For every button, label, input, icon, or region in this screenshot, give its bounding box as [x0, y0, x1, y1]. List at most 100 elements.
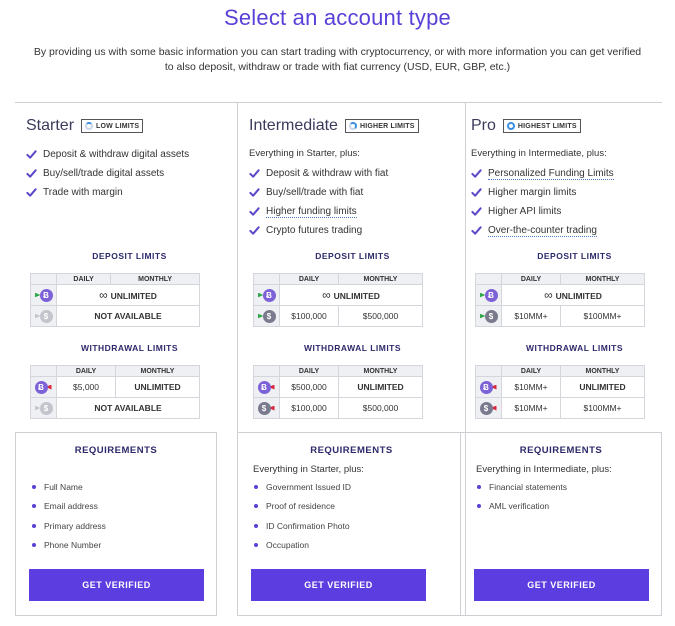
plan-card-body: Pro HIGHEST LIMITS Everything in Interme…: [460, 102, 662, 432]
check-icon: [26, 168, 37, 179]
table-row: Ƀ ∞ UNLIMITED: [30, 284, 200, 306]
limit-value: $10MM+: [501, 376, 561, 398]
bullet-icon: [254, 484, 258, 489]
list-item: AML verification: [477, 497, 567, 517]
feature-list: Personalized Funding Limits Higher margi…: [471, 164, 614, 240]
bullet-icon: [32, 504, 36, 509]
deposit-limits-heading: DEPOSIT LIMITS: [315, 251, 390, 261]
feature-item: Higher margin limits: [471, 183, 614, 202]
crypto-deposit-icon: Ƀ: [34, 288, 53, 302]
fiat-deposit-disabled-icon: $: [34, 309, 53, 323]
requirements-heading: REQUIREMENTS: [74, 445, 158, 456]
feature-item[interactable]: Trade with margin: [26, 183, 189, 202]
feature-item[interactable]: Crypto futures trading: [249, 221, 388, 240]
daily-header: DAILY: [501, 365, 561, 377]
fiat-deposit-icon: $: [257, 309, 276, 323]
feature-item[interactable]: Higher funding limits: [249, 202, 388, 221]
feature-label: Buy/sell/trade with fiat: [266, 187, 364, 198]
table-row: Ƀ ∞ UNLIMITED: [253, 284, 423, 306]
withdrawal-limits-heading: WITHDRAWAL LIMITS: [525, 343, 624, 353]
check-icon: [249, 225, 260, 236]
limit-value: $10MM+: [501, 305, 561, 327]
requirements-heading: REQUIREMENTS: [519, 445, 603, 456]
table-row: $ $10MM+ $100MM+: [475, 305, 645, 327]
table-row: $ NOT AVAILABLE: [30, 397, 200, 419]
feature-label: Higher margin limits: [488, 187, 577, 198]
limit-gauge-icon: [85, 122, 94, 130]
monthly-header: MONTHLY: [560, 365, 645, 377]
requirements-inherits-text: Everything in Intermediate, plus:: [476, 464, 612, 475]
plan-name: Intermediate: [249, 117, 338, 134]
limit-badge: LOW LIMITS: [81, 119, 144, 133]
check-icon: [471, 225, 482, 236]
bullet-icon: [32, 543, 36, 548]
table-row: Ƀ $500,000 UNLIMITED: [253, 376, 423, 398]
feature-item[interactable]: Over-the-counter trading: [471, 221, 614, 240]
table-row: Ƀ $10MM+ UNLIMITED: [475, 376, 645, 398]
get-verified-button[interactable]: GET VERIFIED: [29, 569, 204, 601]
fiat-withdraw-icon: $: [257, 401, 276, 415]
get-verified-button[interactable]: GET VERIFIED: [474, 569, 649, 601]
monthly-header: MONTHLY: [338, 365, 423, 377]
plan-card-body: Starter LOW LIMITS Deposit & withdraw di…: [15, 102, 244, 432]
feature-label: Higher funding limits: [266, 205, 357, 218]
limit-value: ∞ UNLIMITED: [279, 284, 423, 306]
bullet-icon: [254, 504, 258, 509]
limit-value: $500,000: [279, 376, 339, 398]
feature-item[interactable]: Higher API limits: [471, 202, 614, 221]
deposit-limits-heading: DEPOSIT LIMITS: [92, 251, 167, 261]
plan-header: Pro HIGHEST LIMITS: [471, 116, 581, 136]
page-title: Select an account type: [224, 5, 451, 30]
feature-item[interactable]: Deposit & withdraw with fiat: [249, 164, 388, 183]
get-verified-button[interactable]: GET VERIFIED: [251, 569, 426, 601]
limit-value: UNLIMITED: [560, 376, 645, 398]
check-icon: [471, 187, 482, 198]
crypto-withdraw-icon: Ƀ: [257, 380, 276, 394]
crypto-deposit-icon: Ƀ: [257, 288, 276, 302]
monthly-header: MONTHLY: [338, 273, 423, 285]
limit-value: $10MM+: [501, 397, 561, 419]
table-row: Ƀ $5,000 UNLIMITED: [30, 376, 200, 398]
bullet-icon: [32, 523, 36, 528]
limit-value: ∞ UNLIMITED: [501, 284, 645, 306]
requirements-box: REQUIREMENTS Everything in Starter, plus…: [237, 432, 466, 616]
plan-name: Pro: [471, 117, 496, 134]
plan-header: Starter LOW LIMITS: [26, 116, 144, 136]
feature-label: Buy/sell/trade digital assets: [43, 168, 165, 179]
bullet-icon: [477, 504, 481, 509]
bullet-icon: [254, 543, 258, 548]
infinity-icon: ∞: [99, 288, 108, 302]
withdrawal-limits-heading: WITHDRAWAL LIMITS: [80, 343, 179, 353]
fiat-withdraw-icon: $: [479, 401, 498, 415]
table-row: $ $10MM+ $100MM+: [475, 397, 645, 419]
feature-item[interactable]: Personalized Funding Limits: [471, 164, 614, 183]
limit-value: NOT AVAILABLE: [56, 305, 200, 327]
feature-item: Buy/sell/trade digital assets: [26, 164, 189, 183]
limit-badge-label: HIGHEST LIMITS: [517, 122, 577, 130]
table-row: $ NOT AVAILABLE: [30, 305, 200, 327]
feature-label: Higher API limits: [488, 206, 562, 217]
daily-header: DAILY: [501, 273, 561, 285]
plan-name: Starter: [26, 117, 75, 134]
bullet-icon: [32, 484, 36, 489]
deposit-limits-heading: DEPOSIT LIMITS: [537, 251, 612, 261]
requirements-box: REQUIREMENTS Full Name Email address Pri…: [15, 432, 217, 616]
bullet-icon: [477, 484, 481, 489]
limit-value: $100MM+: [560, 397, 645, 419]
limit-value: $500,000: [338, 397, 423, 419]
fiat-deposit-icon: $: [479, 309, 498, 323]
feature-list: Deposit & withdraw with fiat Buy/sell/tr…: [249, 164, 388, 240]
table-row: $ $100,000 $500,000: [253, 397, 423, 419]
plan-header: Intermediate HIGHER LIMITS: [249, 116, 419, 136]
feature-label: Crypto futures trading: [266, 225, 363, 236]
list-item: ID Confirmation Photo: [254, 516, 351, 536]
limit-value: $500,000: [338, 305, 423, 327]
deposit-limits-table: DAILY MONTHLY Ƀ ∞ UNLIMITED $ NOT AVAILABL…: [30, 273, 200, 327]
table-row: $ $100,000 $500,000: [253, 305, 423, 327]
list-item: Occupation: [254, 536, 351, 556]
infinity-icon: ∞: [544, 288, 553, 302]
requirements-box: REQUIREMENTS Everything in Intermediate,…: [460, 432, 662, 616]
list-item: Full Name: [32, 477, 106, 497]
feature-label: Deposit & withdraw with fiat: [266, 168, 389, 179]
limit-value: ∞ UNLIMITED: [56, 284, 200, 306]
